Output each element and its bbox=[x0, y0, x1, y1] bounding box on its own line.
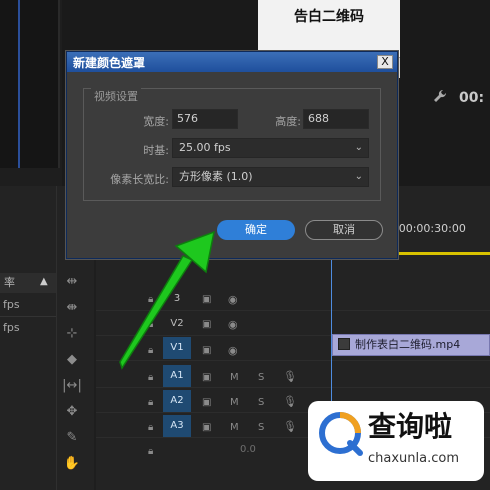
move-icon[interactable]: ✥ bbox=[62, 404, 82, 420]
eye-icon[interactable]: ◉ bbox=[228, 318, 238, 331]
sync-icon[interactable]: ▣ bbox=[202, 372, 211, 383]
timeline-clip[interactable]: 制作表白二维码.mp4 bbox=[332, 334, 490, 356]
project-fps-cell: fps bbox=[3, 298, 20, 311]
film-icon[interactable]: ▣ bbox=[202, 319, 211, 330]
magnifier-logo-icon bbox=[319, 412, 363, 456]
track-label-v1[interactable]: V1 bbox=[163, 337, 191, 359]
watermark-url: chaxunla.com bbox=[368, 451, 459, 466]
lock-icon[interactable]: 🔒︎ bbox=[148, 319, 158, 330]
mute-button[interactable]: M bbox=[230, 422, 239, 433]
wrench-icon[interactable] bbox=[432, 88, 450, 106]
chevron-down-icon: ⌄ bbox=[354, 171, 363, 182]
solo-button[interactable]: S bbox=[258, 422, 264, 433]
solo-button[interactable]: S bbox=[258, 372, 264, 383]
timeline-ruler-time: :00:00:30:00 bbox=[395, 222, 466, 235]
clip-fx-icon bbox=[338, 338, 350, 350]
slide-icon[interactable]: |↔| bbox=[62, 378, 82, 394]
pen-icon[interactable]: ✎ bbox=[62, 430, 82, 446]
master-volume-value: 0.0 bbox=[240, 444, 256, 455]
solo-button[interactable]: S bbox=[258, 397, 264, 408]
project-fps-cell: fps bbox=[3, 321, 20, 334]
sync-icon[interactable]: ▣ bbox=[202, 422, 211, 433]
mic-icon[interactable]: 🎙︎ bbox=[283, 395, 297, 408]
eye-icon[interactable]: ◉ bbox=[228, 293, 238, 306]
height-label: 高度: bbox=[275, 115, 301, 128]
film-icon[interactable]: ▣ bbox=[202, 294, 211, 305]
preview-card: 告白二维码 bbox=[258, 0, 400, 58]
ripple-edit-icon[interactable]: ⇼ bbox=[62, 300, 82, 316]
watermark-logo: 查询啦 chaxunla.com bbox=[308, 401, 484, 481]
slip-icon[interactable]: ◆ bbox=[62, 352, 82, 368]
ok-button[interactable]: 确定 bbox=[217, 220, 295, 240]
mute-button[interactable]: M bbox=[230, 372, 239, 383]
eye-icon[interactable]: ◉ bbox=[228, 344, 238, 357]
dialog-title: 新建颜色遮罩 bbox=[73, 56, 146, 70]
lock-icon[interactable]: 🔒︎ bbox=[148, 345, 158, 356]
track-label-v3[interactable]: 3 bbox=[163, 288, 191, 310]
chevron-down-icon: ⌄ bbox=[354, 142, 363, 153]
mic-icon[interactable]: 🎙︎ bbox=[283, 420, 297, 433]
preview-title: 告白二维码 bbox=[294, 9, 364, 25]
divider bbox=[0, 316, 56, 317]
program-monitor bbox=[0, 0, 60, 168]
premiere-window: 告白二维码 00: 率 ▲ fps fps ⇹ ⇼ ⊹ ◆ |↔| ✥ ✎ ✋ … bbox=[0, 0, 490, 490]
track-label-a3[interactable]: A3 bbox=[163, 415, 191, 437]
mic-icon[interactable]: 🎙︎ bbox=[283, 370, 297, 383]
group-label: 视频设置 bbox=[91, 88, 141, 104]
dialog-titlebar[interactable]: 新建颜色遮罩 X bbox=[67, 52, 397, 72]
lock-icon[interactable]: 🔒︎ bbox=[148, 397, 158, 408]
track-label-a2[interactable]: A2 bbox=[163, 390, 191, 412]
monitor-edge-line bbox=[18, 0, 20, 168]
width-label: 宽度: bbox=[143, 115, 169, 128]
timebase-label: 时基: bbox=[143, 144, 169, 157]
program-timecode: 00: bbox=[459, 90, 485, 106]
lock-icon[interactable]: 🔒︎ bbox=[148, 372, 158, 383]
track-label-a1[interactable]: A1 bbox=[163, 365, 191, 387]
razor-icon[interactable]: ⊹ bbox=[62, 326, 82, 342]
lock-icon[interactable]: 🔒︎ bbox=[148, 446, 158, 457]
timebase-value: 25.00 fps bbox=[179, 141, 231, 154]
work-area-bar[interactable] bbox=[395, 252, 490, 255]
project-panel bbox=[0, 186, 56, 490]
hand-icon[interactable]: ✋ bbox=[62, 456, 82, 472]
new-color-matte-dialog: 新建颜色遮罩 X 视频设置 宽度: 576 高度: 688 时基: 25.00 … bbox=[66, 51, 398, 259]
timebase-select[interactable]: 25.00 fps ⌄ bbox=[172, 138, 369, 158]
film-icon[interactable]: ▣ bbox=[202, 345, 211, 356]
pixel-aspect-label: 像素长宽比: bbox=[110, 173, 169, 186]
cancel-button[interactable]: 取消 bbox=[305, 220, 383, 240]
lock-icon[interactable]: 🔒︎ bbox=[148, 422, 158, 433]
width-input[interactable]: 576 bbox=[172, 109, 238, 129]
sync-icon[interactable]: ▣ bbox=[202, 397, 211, 408]
mute-button[interactable]: M bbox=[230, 397, 239, 408]
watermark-text: 查询啦 bbox=[368, 410, 453, 443]
pixel-aspect-value: 方形像素 (1.0) bbox=[179, 170, 253, 183]
track-label-v2[interactable]: V2 bbox=[163, 313, 191, 335]
chevron-up-icon[interactable]: ▲ bbox=[40, 276, 48, 287]
lock-icon[interactable]: 🔒︎ bbox=[148, 294, 158, 305]
track-select-icon[interactable]: ⇹ bbox=[62, 274, 82, 290]
height-input[interactable]: 688 bbox=[303, 109, 369, 129]
close-button[interactable]: X bbox=[377, 55, 393, 69]
pixel-aspect-select[interactable]: 方形像素 (1.0) ⌄ bbox=[172, 167, 369, 187]
